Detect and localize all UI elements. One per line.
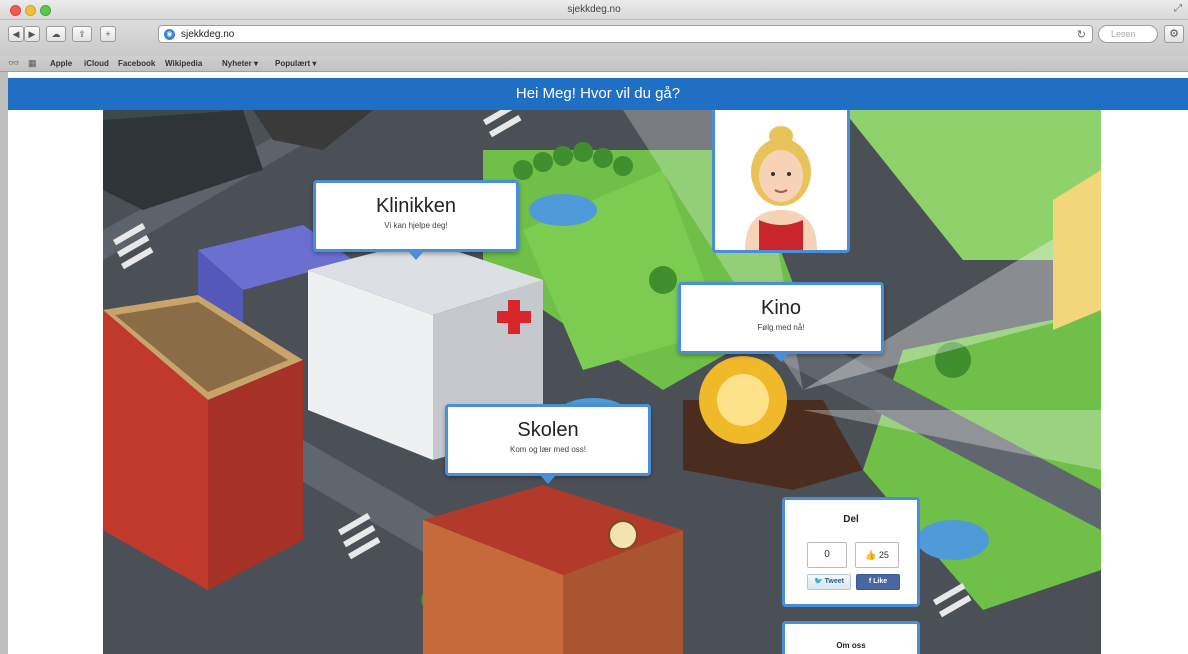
bookmark-facebook[interactable]: Facebook — [118, 59, 155, 68]
greeting-banner: Hei Meg! Hvor vil du gå? — [8, 78, 1188, 110]
clinic-subtitle: Vi kan hjelpe deg! — [384, 221, 448, 230]
bookmark-icloud[interactable]: iCloud — [84, 59, 109, 68]
fullscreen-icon[interactable]: ⤢ — [1174, 3, 1182, 14]
icloud-tabs-button[interactable]: ☁ — [46, 26, 66, 42]
add-bookmark-button[interactable]: + — [100, 26, 116, 42]
avatar — [745, 126, 817, 250]
site-favicon-icon: ◉ — [164, 29, 175, 40]
share-button[interactable]: ⇪ — [72, 26, 92, 42]
cinema-callout[interactable]: Kino Følg med nå! — [678, 282, 884, 362]
bookmark-apple[interactable]: Apple — [50, 59, 72, 68]
like-count: 25 — [878, 550, 889, 560]
bookmarks-bar: 👓 ▦ Apple iCloud Facebook Wikipedia Nyhe… — [0, 56, 1188, 72]
cinema-subtitle: Følg med nå! — [757, 323, 805, 332]
school-title: Skolen — [517, 419, 579, 441]
clinic-callout[interactable]: Klinikken Vi kan hjelpe deg! — [313, 180, 519, 260]
share-count: 0 — [807, 542, 847, 568]
bookmarks-grid-icon[interactable]: ▦ — [28, 58, 37, 69]
window-title: sjekkdeg.no — [567, 4, 621, 15]
gear-icon[interactable]: ⚙ — [1164, 25, 1184, 43]
clinic-title: Klinikken — [375, 195, 457, 217]
bookmark-nyheter[interactable]: Nyheter ▾ — [222, 59, 258, 68]
bookmark-wikipedia[interactable]: Wikipedia — [165, 59, 202, 68]
bookmark-populaert[interactable]: Populært ▾ — [275, 59, 316, 68]
address-bar[interactable]: ◉ sjekkdeg.no ↻ — [158, 25, 1093, 43]
address-text: sjekkdeg.no — [181, 29, 235, 40]
about-us-panel[interactable]: Om oss — [782, 621, 920, 654]
school-subtitle: Kom og lær med oss! — [509, 445, 587, 454]
tweet-button[interactable]: 🐦 Tweet — [807, 574, 851, 590]
share-panel: Del 0 👍 25 🐦 Tweet f Like — [782, 497, 920, 607]
search-input[interactable]: Lesen — [1098, 25, 1158, 43]
forward-button[interactable]: ▶ — [24, 26, 40, 42]
thumbs-up-icon: 👍 — [865, 550, 877, 560]
twitter-bird-icon: 🐦 — [814, 578, 823, 585]
greeting-text: Hei Meg! Hvor vil du gå? — [515, 85, 681, 102]
like-count-box: 👍 25 — [855, 542, 899, 568]
window-edge — [0, 72, 8, 654]
city-illustration — [103, 110, 1101, 654]
like-label: Like — [873, 578, 888, 585]
browser-toolbar: ◀ ▶ ☁ ⇪ + ◉ sjekkdeg.no ↻ Lesen ⚙ — [0, 20, 1188, 56]
cinema-title: Kino — [760, 297, 802, 319]
reading-list-icon[interactable]: 👓 — [8, 58, 19, 69]
tweet-label: Tweet — [824, 578, 844, 585]
back-button[interactable]: ◀ — [8, 26, 24, 42]
avatar-card[interactable] — [712, 110, 850, 253]
window-titlebar: sjekkdeg.no ⤢ — [0, 0, 1188, 20]
school-callout[interactable]: Skolen Kom og lær med oss! — [445, 404, 651, 484]
facebook-icon: f — [868, 578, 872, 585]
share-title: Del — [843, 514, 859, 525]
facebook-like-button[interactable]: f Like — [856, 574, 900, 590]
about-us-label: Om oss — [836, 641, 866, 650]
city-map: Klinikken Vi kan hjelpe deg! Kino Følg m… — [103, 110, 1101, 654]
reload-icon[interactable]: ↻ — [1077, 28, 1086, 41]
